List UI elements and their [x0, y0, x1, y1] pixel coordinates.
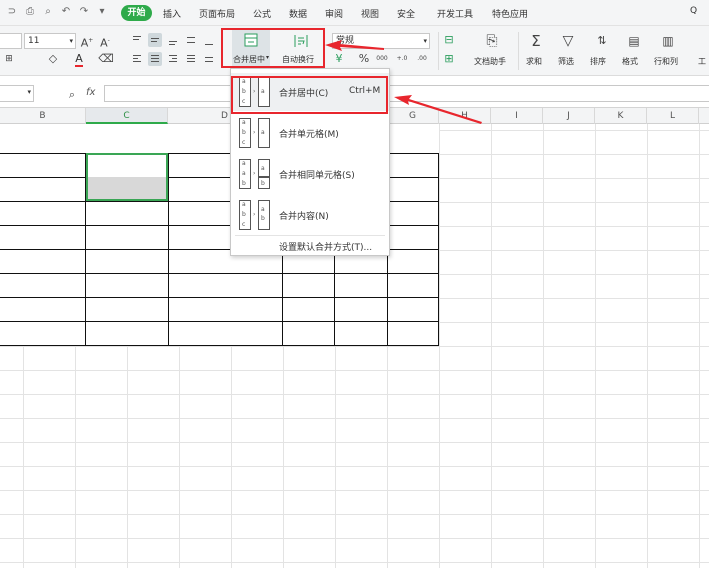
annotation-arrow-icon — [394, 95, 482, 124]
annotation-arrow-icon — [325, 40, 384, 51]
annotation-arrows — [325, 40, 482, 124]
